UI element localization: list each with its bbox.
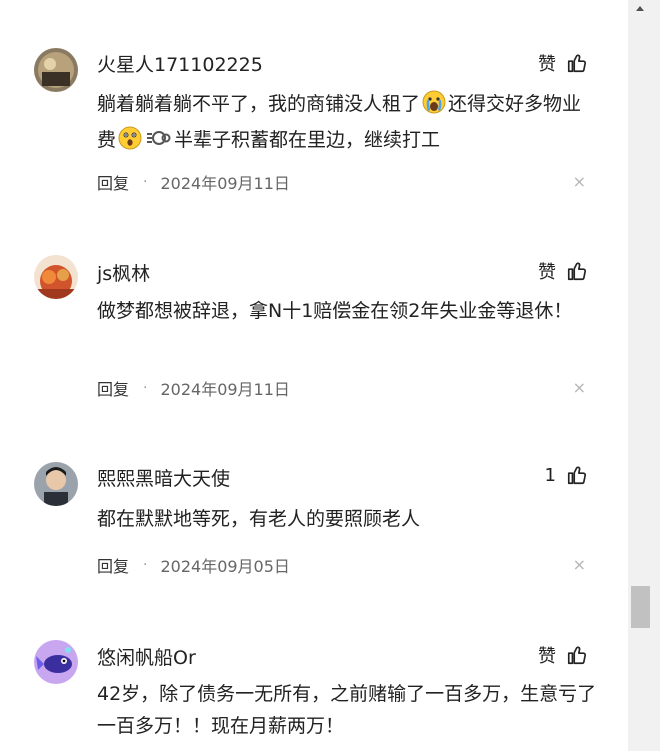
avatar-image bbox=[34, 640, 78, 684]
thumbs-up-icon bbox=[567, 262, 586, 281]
like-button[interactable]: 赞 bbox=[538, 258, 588, 284]
triangle-up-icon bbox=[636, 6, 644, 11]
thumbs-up-icon bbox=[567, 646, 586, 665]
close-icon[interactable]: × bbox=[573, 172, 586, 191]
thumbs-up-icon bbox=[567, 54, 586, 73]
close-icon[interactable]: × bbox=[573, 555, 586, 574]
astonished-face-emoji bbox=[118, 126, 142, 160]
comment-text: 都在默默地等死，有老人的要照顾老人 bbox=[97, 508, 421, 530]
comment-meta: 回复 · 2024年09月11日 bbox=[97, 376, 290, 400]
avatar-image bbox=[34, 48, 78, 92]
comment-date: 2024年09月11日 bbox=[160, 174, 290, 193]
comment-date: 2024年09月05日 bbox=[160, 557, 290, 576]
thumbs-up-icon bbox=[567, 466, 586, 485]
crying-face-emoji bbox=[422, 90, 446, 124]
username[interactable]: 熙熙黑暗大天使 bbox=[97, 464, 230, 491]
comment-meta: 回复 · 2024年09月05日 bbox=[97, 553, 290, 577]
username[interactable]: js枫林 bbox=[97, 259, 150, 286]
avatar[interactable] bbox=[34, 640, 78, 684]
meta-separator: · bbox=[143, 380, 148, 396]
meta-separator: · bbox=[143, 174, 148, 190]
comment-text: 做梦都想被辞退，拿N十1赔偿金在领2年失业金等退休！ bbox=[97, 300, 573, 322]
comment-list: 火星人171102225 赞 躺着躺着躺不平了，我的商铺没人租了 还得交好多物业费… bbox=[0, 0, 628, 751]
scroll-up-arrow[interactable] bbox=[628, 0, 660, 18]
avatar[interactable] bbox=[34, 255, 78, 299]
reply-button[interactable]: 回复 bbox=[97, 376, 129, 400]
like-label: 赞 bbox=[538, 262, 556, 283]
avatar-image bbox=[34, 462, 78, 506]
reply-button[interactable]: 回复 bbox=[97, 170, 129, 194]
close-icon[interactable]: × bbox=[573, 378, 586, 397]
dash-puff-emoji bbox=[146, 126, 172, 160]
meta-separator: · bbox=[143, 557, 148, 573]
like-label: 赞 bbox=[538, 646, 556, 667]
comment-text: 躺着躺着躺不平了，我的商铺没人租了 还得交好多物业费 半辈子积蓄都在里边，继续打工 bbox=[97, 88, 597, 160]
avatar[interactable] bbox=[34, 462, 78, 506]
comment-text: 42岁，除了债务一无所有，之前赌输了一百多万，生意亏了一百多万！！现在月薪两万！ bbox=[97, 683, 597, 737]
avatar-image bbox=[34, 255, 78, 299]
comment-meta: 回复 · 2024年09月11日 bbox=[97, 170, 290, 194]
like-label: 赞 bbox=[538, 54, 556, 75]
like-button[interactable]: 1 bbox=[545, 464, 588, 486]
scrollbar[interactable] bbox=[628, 0, 660, 751]
avatar[interactable] bbox=[34, 48, 78, 92]
like-button[interactable]: 赞 bbox=[538, 642, 588, 668]
like-count: 1 bbox=[544, 464, 556, 486]
comment-date: 2024年09月11日 bbox=[160, 380, 290, 399]
username[interactable]: 火星人171102225 bbox=[97, 50, 263, 77]
like-button[interactable]: 赞 bbox=[538, 50, 588, 76]
reply-button[interactable]: 回复 bbox=[97, 553, 129, 577]
scrollbar-thumb[interactable] bbox=[631, 586, 650, 628]
username[interactable]: 悠闲帆船Or bbox=[97, 643, 196, 670]
